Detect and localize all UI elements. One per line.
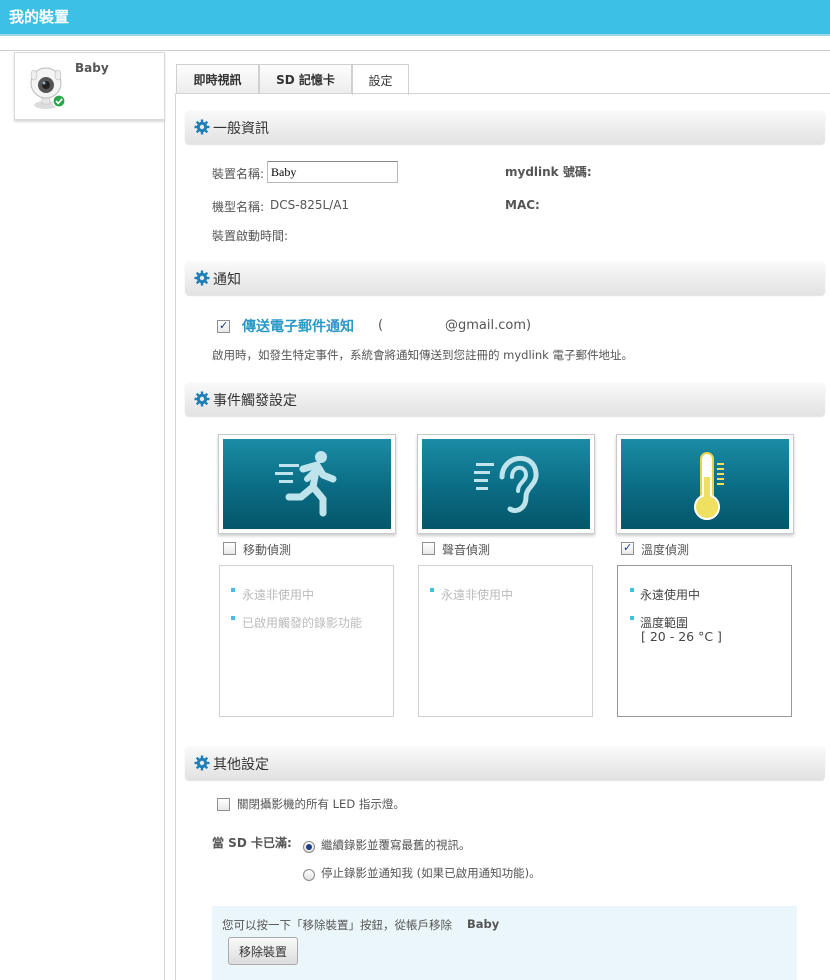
gear-icon bbox=[194, 270, 210, 286]
remove-device-button[interactable]: 移除裝置 bbox=[228, 937, 298, 965]
overwrite-radio[interactable] bbox=[303, 841, 315, 853]
top-bar: 我的裝置 bbox=[0, 0, 830, 36]
tab-live-video[interactable]: 即時視訊 bbox=[176, 64, 259, 94]
email-open-paren: ( bbox=[378, 318, 384, 333]
sound-detection-tile[interactable] bbox=[417, 434, 595, 534]
uptime-label: 裝置啟動時間: bbox=[212, 229, 289, 243]
disable-led-label: 關閉攝影機的所有 LED 指示燈。 bbox=[237, 797, 405, 811]
temperature-detection-checkbox[interactable]: ✓ bbox=[621, 541, 634, 555]
section-triggers-header: 事件觸發設定 bbox=[185, 382, 825, 416]
motion-detection-checkbox[interactable] bbox=[223, 542, 236, 555]
ear-icon bbox=[474, 455, 539, 513]
section-general-header: 一般資訊 bbox=[185, 110, 825, 144]
sd-full-label: 當 SD 卡已滿: bbox=[212, 836, 292, 850]
section-notify-header: 通知 bbox=[185, 261, 825, 295]
mac-label: MAC: bbox=[505, 198, 540, 212]
section-title: 其他設定 bbox=[213, 757, 269, 773]
page-title: 我的裝置 bbox=[9, 8, 70, 26]
email-notify-label[interactable]: 傳送電子郵件通知 bbox=[242, 316, 354, 336]
bullet bbox=[430, 588, 434, 592]
device-name-field[interactable] bbox=[267, 161, 398, 183]
tab-sd-card[interactable]: SD 記憶卡 bbox=[259, 64, 352, 94]
bullet bbox=[630, 588, 634, 592]
section-title: 通知 bbox=[213, 272, 241, 288]
temperature-range-value: [ 20 - 26 °C ] bbox=[641, 629, 722, 644]
model-value: DCS-825L/A1 bbox=[270, 198, 350, 212]
gear-icon bbox=[194, 755, 210, 771]
disable-led-checkbox[interactable] bbox=[217, 798, 230, 811]
bullet bbox=[231, 588, 235, 592]
motion-status-2: 已啟用觸發的錄影功能 bbox=[242, 616, 363, 630]
email-notify-checkbox[interactable]: ✓ bbox=[217, 319, 230, 333]
section-title: 一般資訊 bbox=[213, 121, 269, 137]
section-title: 事件觸發設定 bbox=[213, 393, 297, 409]
sound-detection-label: 聲音偵測 bbox=[442, 543, 491, 557]
sound-detection-checkbox[interactable] bbox=[422, 542, 435, 555]
stop-recording-radio[interactable] bbox=[303, 869, 315, 881]
overwrite-option-label: 繼續錄影並覆寫最舊的視訊。 bbox=[321, 838, 471, 852]
divider bbox=[164, 120, 165, 980]
running-man-icon bbox=[275, 451, 337, 517]
remove-device-text: 您可以按一下「移除裝置」按鈕，從帳戶移除 bbox=[222, 918, 452, 932]
device-name-label: 裝置名稱: bbox=[212, 167, 265, 181]
motion-status-1: 永遠非使用中 bbox=[242, 588, 315, 602]
motion-detection-label: 移動偵測 bbox=[243, 543, 292, 557]
email-address: @gmail.com) bbox=[445, 318, 532, 333]
temperature-status-1: 永遠使用中 bbox=[640, 588, 701, 602]
gear-icon bbox=[194, 119, 210, 135]
stop-recording-option-label: 停止錄影並通知我 (如果已啟用通知功能)。 bbox=[321, 866, 541, 880]
bullet bbox=[231, 616, 235, 620]
sound-status-1: 永遠非使用中 bbox=[441, 588, 514, 602]
device-card[interactable]: Baby bbox=[14, 52, 165, 120]
thermometer-icon bbox=[694, 452, 724, 520]
tab-settings[interactable]: 設定 bbox=[352, 64, 409, 95]
divider bbox=[0, 50, 830, 51]
remove-device-name: Baby bbox=[467, 917, 500, 931]
section-other-header: 其他設定 bbox=[185, 746, 825, 780]
temperature-detection-tile[interactable] bbox=[616, 434, 794, 534]
mydlink-number-label: mydlink 號碼: bbox=[505, 165, 592, 179]
gear-icon bbox=[194, 391, 210, 407]
bullet bbox=[630, 616, 634, 620]
camera-icon bbox=[30, 67, 66, 109]
motion-detection-tile[interactable] bbox=[218, 434, 396, 534]
notify-description: 啟用時，如發生特定事件，系統會將通知傳送到您註冊的 mydlink 電子郵件地址… bbox=[212, 348, 633, 362]
temperature-detection-label: 溫度偵測 bbox=[641, 543, 690, 557]
device-name: Baby bbox=[75, 61, 109, 75]
model-label: 機型名稱: bbox=[212, 200, 265, 214]
